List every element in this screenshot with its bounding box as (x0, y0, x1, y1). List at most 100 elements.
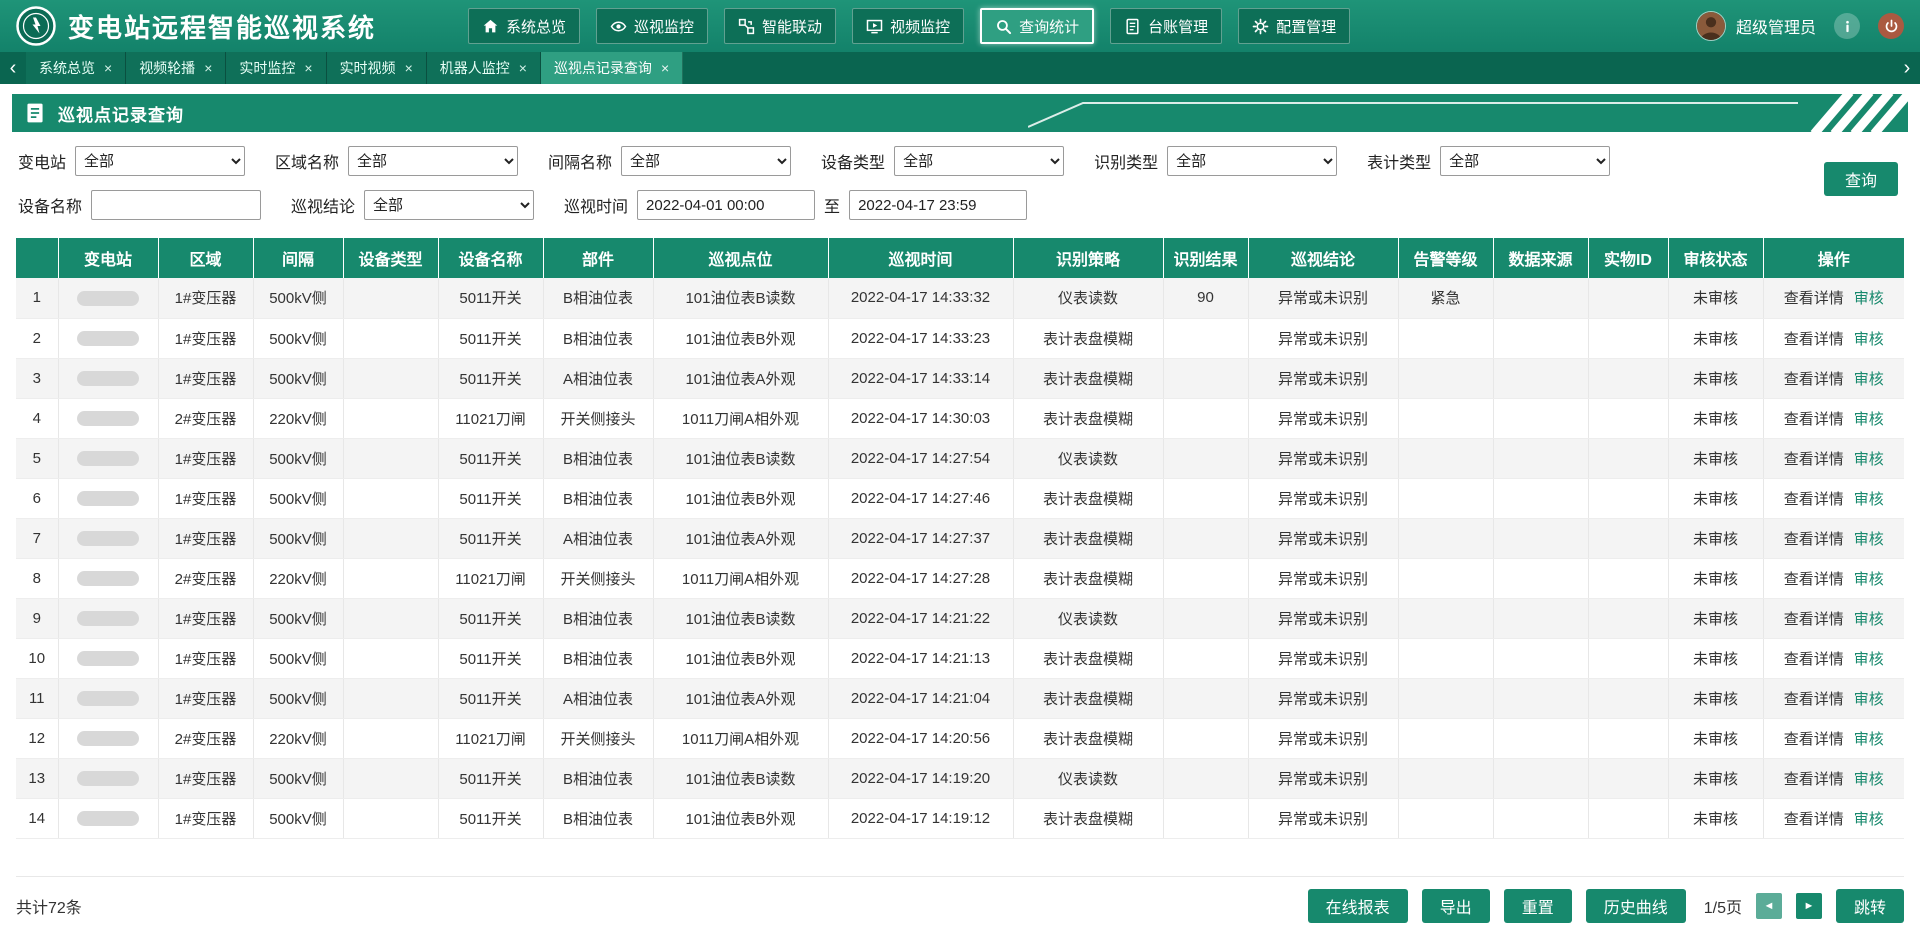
prev-page-button[interactable]: ◄ (1756, 893, 1782, 919)
view-detail-link[interactable]: 查看详情 (1784, 531, 1844, 548)
conclusion-select[interactable]: 全部 (364, 190, 534, 220)
tab-close-icon[interactable]: × (304, 60, 312, 76)
cell-strategy: 表计表盘模糊 (1013, 678, 1163, 718)
nav-item-video-monitor[interactable]: 视频监控 (852, 8, 964, 44)
cell-device: 5011开关 (438, 478, 543, 518)
recognition-type-select[interactable]: 全部 (1167, 146, 1337, 176)
tab-close-icon[interactable]: × (405, 60, 413, 76)
audit-link[interactable]: 审核 (1854, 371, 1884, 388)
tab-close-icon[interactable]: × (519, 60, 527, 76)
cell-station (58, 398, 158, 438)
filter-station: 变电站全部 (18, 146, 245, 176)
info-button[interactable] (1834, 13, 1860, 39)
device-name-input[interactable] (91, 190, 261, 220)
view-detail-link[interactable]: 查看详情 (1784, 611, 1844, 628)
tab-robot-monitor[interactable]: 机器人监控× (427, 52, 541, 84)
cell-alarm (1398, 478, 1493, 518)
time-to-input[interactable] (849, 190, 1027, 220)
cell-alarm (1398, 358, 1493, 398)
tabs-scroll-left-button[interactable]: ‹ (0, 52, 26, 84)
cell-area: 2#变压器 (158, 398, 253, 438)
tab-close-icon[interactable]: × (104, 60, 112, 76)
time-from-input[interactable] (637, 190, 815, 220)
cell-device-type (343, 598, 438, 638)
online-report-button[interactable]: 在线报表 (1308, 889, 1408, 923)
nav-item-config-management[interactable]: 配置管理 (1238, 8, 1350, 44)
reset-button[interactable]: 重置 (1504, 889, 1572, 923)
tab-label: 实时监控 (239, 58, 295, 78)
device-type-select[interactable]: 全部 (894, 146, 1064, 176)
station-select[interactable]: 全部 (75, 146, 245, 176)
nav-item-inspection-monitor[interactable]: 巡视监控 (596, 8, 708, 44)
tab-system-overview[interactable]: 系统总览× (26, 52, 126, 84)
tabs-scroll-right-button[interactable]: › (1894, 52, 1920, 84)
bay-name-select[interactable]: 全部 (621, 146, 791, 176)
tab-video-carousel[interactable]: 视频轮播× (126, 52, 226, 84)
column-header-4: 设备类型 (343, 238, 438, 278)
audit-link[interactable]: 审核 (1854, 571, 1884, 588)
cell-conclusion: 异常或未识别 (1248, 678, 1398, 718)
view-detail-link[interactable]: 查看详情 (1784, 371, 1844, 388)
cell-result (1163, 718, 1248, 758)
cell-part: B相油位表 (543, 638, 653, 678)
title-decoration (1028, 94, 1908, 132)
audit-link[interactable]: 审核 (1854, 691, 1884, 708)
audit-link[interactable]: 审核 (1854, 411, 1884, 428)
view-detail-link[interactable]: 查看详情 (1784, 491, 1844, 508)
tab-realtime-video[interactable]: 实时视频× (327, 52, 427, 84)
cell-alarm: 紧急 (1398, 278, 1493, 318)
meter-type-select[interactable]: 全部 (1440, 146, 1610, 176)
view-detail-link[interactable]: 查看详情 (1784, 411, 1844, 428)
redacted-station-name (77, 651, 139, 666)
nav-item-system-overview[interactable]: 系统总览 (468, 8, 580, 44)
cell-device-type (343, 318, 438, 358)
history-curve-button[interactable]: 历史曲线 (1586, 889, 1686, 923)
view-detail-link[interactable]: 查看详情 (1784, 771, 1844, 788)
cell-area: 2#变压器 (158, 718, 253, 758)
tab-inspection-record-query[interactable]: 巡视点记录查询 × (541, 52, 683, 84)
user-avatar[interactable] (1696, 11, 1726, 41)
audit-link[interactable]: 审核 (1854, 451, 1884, 468)
view-detail-link[interactable]: 查看详情 (1784, 731, 1844, 748)
cell-area: 1#变压器 (158, 358, 253, 398)
search-button[interactable]: 查询 (1824, 162, 1898, 196)
audit-link[interactable]: 审核 (1854, 331, 1884, 348)
view-detail-link[interactable]: 查看详情 (1784, 571, 1844, 588)
audit-link[interactable]: 审核 (1854, 651, 1884, 668)
nav-item-ledger-management[interactable]: 台账管理 (1110, 8, 1222, 44)
view-detail-link[interactable]: 查看详情 (1784, 451, 1844, 468)
cell-bay: 500kV侧 (253, 278, 343, 318)
view-detail-link[interactable]: 查看详情 (1784, 331, 1844, 348)
audit-link[interactable]: 审核 (1854, 771, 1884, 788)
area-name-select[interactable]: 全部 (348, 146, 518, 176)
audit-link[interactable]: 审核 (1854, 491, 1884, 508)
power-button[interactable] (1878, 13, 1904, 39)
cell-part: B相油位表 (543, 478, 653, 518)
audit-link[interactable]: 审核 (1854, 811, 1884, 828)
view-detail-link[interactable]: 查看详情 (1784, 811, 1844, 828)
export-button[interactable]: 导出 (1422, 889, 1490, 923)
next-page-button[interactable]: ► (1796, 893, 1822, 919)
tab-realtime-monitor[interactable]: 实时监控 × (226, 52, 326, 84)
cell-audit-status: 未审核 (1668, 638, 1763, 678)
audit-link[interactable]: 审核 (1854, 611, 1884, 628)
redacted-station-name (77, 611, 139, 626)
cell-point: 101油位表B外观 (653, 798, 828, 838)
nav-item-query-statistics[interactable]: 查询统计 (980, 8, 1094, 44)
cell-part: A相油位表 (543, 678, 653, 718)
tab-label: 巡视点记录查询 (554, 58, 652, 78)
cell-conclusion: 异常或未识别 (1248, 758, 1398, 798)
tab-close-icon[interactable]: × (204, 60, 212, 76)
view-detail-link[interactable]: 查看详情 (1784, 290, 1844, 307)
cell-physical-id (1588, 758, 1668, 798)
jump-button[interactable]: 跳转 (1836, 889, 1904, 923)
audit-link[interactable]: 审核 (1854, 731, 1884, 748)
tab-close-icon[interactable]: × (661, 60, 669, 76)
nav-item-smart-linkage[interactable]: 智能联动 (724, 8, 836, 44)
view-detail-link[interactable]: 查看详情 (1784, 691, 1844, 708)
audit-link[interactable]: 审核 (1854, 531, 1884, 548)
view-detail-link[interactable]: 查看详情 (1784, 651, 1844, 668)
audit-link[interactable]: 审核 (1854, 290, 1884, 307)
cell-physical-id (1588, 318, 1668, 358)
cell-station (58, 358, 158, 398)
